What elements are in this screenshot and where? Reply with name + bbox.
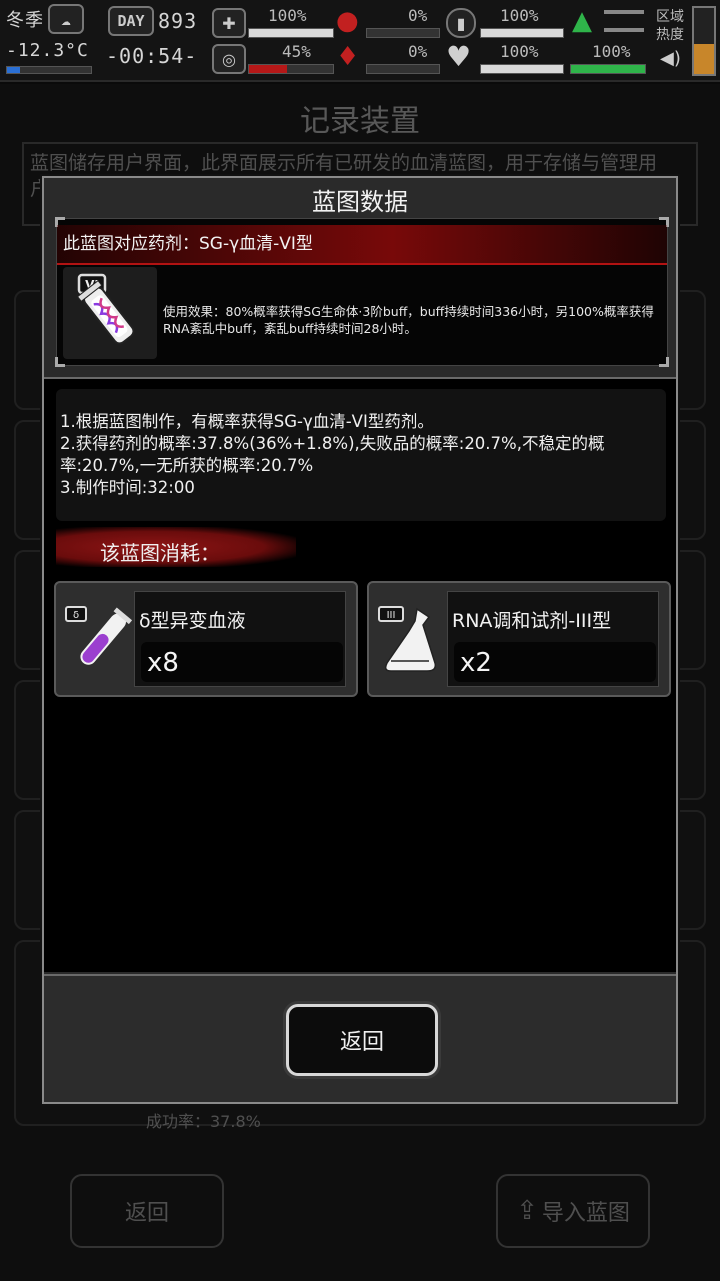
boot-icon: ▲ <box>572 6 592 36</box>
temperature-bar <box>6 66 92 74</box>
material-qty-box: x2 <box>454 642 656 682</box>
export-icon: ⇪ <box>516 1196 538 1226</box>
temperature-cell: -12.3°C <box>6 40 89 61</box>
stripes-icon <box>604 10 644 32</box>
test-tube-icon: δ <box>64 603 133 675</box>
thirst-value: 0% <box>408 42 428 61</box>
stealth-value: 100% <box>592 42 631 61</box>
stomach-icon: ● <box>336 6 359 36</box>
back-button[interactable]: 返回 <box>286 1004 438 1076</box>
weather-cloud-icon: ☁ <box>48 4 84 34</box>
info-line: 1.根据蓝图制作，有概率获得SG-γ血清-VI型药剂。 <box>60 412 434 431</box>
day-number: 893 <box>158 9 198 33</box>
blueprint-info: 1.根据蓝图制作，有概率获得SG-γ血清-VI型药剂。 2.获得药剂的概率:37… <box>56 389 666 521</box>
flask-icon: III <box>377 603 445 675</box>
material-qty: x2 <box>460 648 492 678</box>
material-qty-box: x8 <box>141 642 343 682</box>
modal-title: 蓝图数据 <box>312 188 408 216</box>
temperature-text: -12.3°C <box>6 40 89 61</box>
season-text: 冬季 <box>6 10 44 31</box>
medkit-icon: ✚ <box>212 8 246 38</box>
sanity-bar <box>248 64 334 74</box>
status-bar: 冬季 ☁ -12.3°C DAY 893 -00:54- ✚ 100% ◎ 45… <box>0 0 720 82</box>
blueprint-data-modal: 蓝图数据 此蓝图对应药剂：SG-γ血清-VI型 VI 使用效果：80%概率获得S… <box>42 176 678 1104</box>
info-line: 3.制作时间:32:00 <box>60 478 195 497</box>
bg-back-button[interactable]: 返回 <box>70 1174 224 1248</box>
sanity-value: 45% <box>282 42 311 61</box>
brain-icon: ◎ <box>212 44 246 74</box>
material-qty: x8 <box>147 648 179 678</box>
hunger-bar <box>366 28 440 38</box>
region-heat-label: 区域热度 <box>656 9 684 43</box>
import-blueprint-button[interactable]: ⇪ 导入蓝图 <box>496 1174 650 1248</box>
screen-title: 记录装置 <box>300 104 420 139</box>
material-panel: RNA调和试剂-III型 x2 <box>447 591 659 687</box>
time-cell: -00:54- <box>106 44 197 68</box>
hunger-value: 0% <box>408 6 428 25</box>
health-value: 100% <box>268 6 307 25</box>
recipe-effect: 使用效果：80%概率获得SG生命体·3阶buff，buff持续时间336小时，另… <box>163 304 654 336</box>
info-line: 2.获得药剂的概率:37.8%(36%+1.8%),失败品的概率:20.7%,不… <box>60 434 605 475</box>
import-blueprint-label: 导入蓝图 <box>541 1201 630 1226</box>
stamina-bar <box>480 28 564 38</box>
material-card: III RNA调和试剂-III型 x2 <box>367 581 671 697</box>
mood-bar <box>480 64 564 74</box>
consume-label: 该蓝图消耗： <box>100 541 220 565</box>
material-card: δ δ型异变血液 x8 <box>54 581 358 697</box>
water-drop-icon: ♦ <box>336 42 360 72</box>
flask-badge-text: III <box>387 610 396 621</box>
time-text: -00:54- <box>106 44 198 68</box>
material-name: δ型异变血液 <box>139 610 246 632</box>
modal-footer: 返回 <box>44 974 676 1102</box>
health-bar <box>248 28 334 38</box>
speaker-icon[interactable]: ◀) <box>660 48 681 69</box>
serum-vial-icon: VI <box>63 267 157 359</box>
recipe-name: 此蓝图对应药剂：SG-γ血清-VI型 <box>63 234 313 254</box>
heat-meter <box>692 6 716 76</box>
capsule-icon: ▮ <box>446 8 476 38</box>
material-panel: δ型异变血液 x8 <box>134 591 346 687</box>
thirst-bar <box>366 64 440 74</box>
day-label: DAY <box>108 6 154 36</box>
heart-icon: ♥ <box>446 40 472 73</box>
recipe-box: 此蓝图对应药剂：SG-γ血清-VI型 VI 使用效果：80%概率获得SG生命体·… <box>55 217 669 367</box>
blueprint-body: 1.根据蓝图制作，有概率获得SG-γ血清-VI型药剂。 2.获得药剂的概率:37… <box>44 379 676 972</box>
mood-value: 100% <box>500 42 539 61</box>
stealth-bar <box>570 64 646 74</box>
success-rate-text: 成功率：37.8% <box>146 1112 261 1131</box>
stamina-value: 100% <box>500 6 539 25</box>
material-name: RNA调和试剂-III型 <box>452 610 612 632</box>
tube-badge-text: δ <box>73 610 79 621</box>
frame-corner <box>659 357 669 367</box>
season-cell: 冬季 ☁ <box>6 4 84 34</box>
day-cell: DAY 893 <box>108 6 197 36</box>
